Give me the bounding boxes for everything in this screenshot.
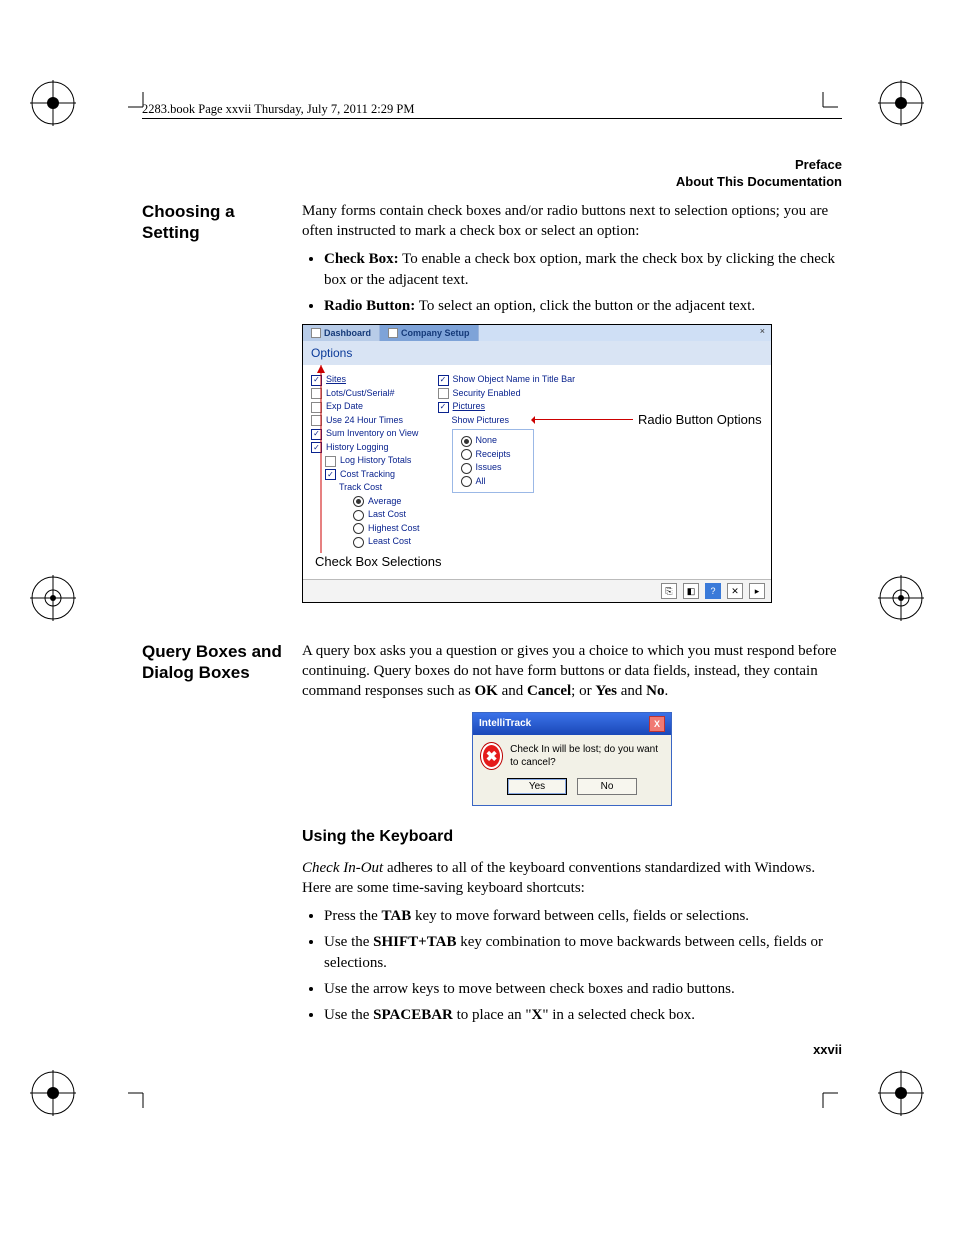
list-item: Use the SPACEBAR to place an "X" in a se… xyxy=(324,1005,842,1025)
dialog-titlebar: IntelliTrack X xyxy=(473,713,671,735)
radio-receipts[interactable]: Receipts xyxy=(461,448,525,462)
options-panel-figure: Dashboard Company Setup × Options Sites … xyxy=(302,324,772,603)
toolbar-icon[interactable]: ⎘ xyxy=(661,583,677,599)
label-show-pictures: Show Pictures xyxy=(452,414,576,428)
radio-least-cost[interactable]: Least Cost xyxy=(353,535,420,549)
dialog-title: IntelliTrack xyxy=(479,717,531,731)
toolbar-icon[interactable]: ✕ xyxy=(727,583,743,599)
corner-tick xyxy=(128,1092,144,1113)
toolbar-icons: ⎘ ◧ ? ✕ ▸ xyxy=(303,579,771,602)
tab-label: Company Setup xyxy=(401,327,470,339)
tab-company-setup[interactable]: Company Setup xyxy=(380,325,479,341)
body-text: To select an option, click the button or… xyxy=(415,298,755,314)
callout-arrow xyxy=(533,419,633,420)
preface-label: Preface xyxy=(795,157,842,172)
running-head: Preface About This Documentation xyxy=(142,157,842,191)
close-icon[interactable]: X xyxy=(649,716,665,732)
query-dialog-figure: IntelliTrack X ✖ Check In will be lost; … xyxy=(472,712,672,807)
tab-bar: Dashboard Company Setup × xyxy=(303,325,771,341)
crop-target-mr xyxy=(878,575,924,621)
show-pictures-group: None Receipts Issues All xyxy=(452,429,534,493)
error-icon: ✖ xyxy=(481,743,502,769)
callout-radio-label: Radio Button Options xyxy=(638,411,762,429)
crop-target-br xyxy=(878,1070,924,1116)
crop-target-tr xyxy=(878,80,924,126)
body-text: A query box asks you a question or gives… xyxy=(302,641,842,702)
checkbox-show-object-name[interactable]: Show Object Name in Title Bar xyxy=(438,373,576,387)
crop-target-tl xyxy=(30,80,76,126)
callout-checkbox-label: Check Box Selections xyxy=(315,553,441,571)
radio-highest-cost[interactable]: Highest Cost xyxy=(353,522,420,536)
options-heading: Options xyxy=(303,341,771,365)
term-check-box: Check Box: xyxy=(324,251,399,267)
tab-icon xyxy=(388,328,398,338)
tab-dashboard[interactable]: Dashboard xyxy=(303,325,380,341)
radio-issues[interactable]: Issues xyxy=(461,461,525,475)
no-button[interactable]: No xyxy=(577,778,637,796)
page-number: xxvii xyxy=(813,1042,842,1057)
list-item: Press the TAB key to move forward betwee… xyxy=(324,906,842,926)
tab-icon xyxy=(311,328,321,338)
book-header-line: 2283.book Page xxvii Thursday, July 7, 2… xyxy=(142,102,842,117)
list-item: Check Box: To enable a check box option,… xyxy=(324,249,842,290)
list-item: Use the SHIFT+TAB key combination to mov… xyxy=(324,932,842,973)
yes-button[interactable]: Yes xyxy=(507,778,567,796)
body-text: Many forms contain check boxes and/or ra… xyxy=(302,201,842,242)
about-label: About This Documentation xyxy=(676,174,842,189)
options-right-column: Show Object Name in Title Bar Security E… xyxy=(438,373,576,549)
toolbar-icon[interactable]: ◧ xyxy=(683,583,699,599)
subheading-using-keyboard: Using the Keyboard xyxy=(302,826,842,848)
checkbox-log-history-totals[interactable]: Log History Totals xyxy=(325,454,420,468)
list-item: Use the arrow keys to move between check… xyxy=(324,979,842,999)
checkbox-security-enabled[interactable]: Security Enabled xyxy=(438,387,576,401)
radio-all[interactable]: All xyxy=(461,475,525,489)
side-heading-choosing: Choosing a Setting xyxy=(142,201,302,623)
side-heading-query: Query Boxes and Dialog Boxes xyxy=(142,641,302,1034)
checkbox-pictures[interactable]: Pictures xyxy=(438,400,576,414)
bullet-list: Check Box: To enable a check box option,… xyxy=(302,249,842,316)
toolbar-icon[interactable]: ▸ xyxy=(749,583,765,599)
body-text: To enable a check box option, mark the c… xyxy=(324,251,835,287)
radio-average[interactable]: Average xyxy=(353,495,420,509)
corner-tick xyxy=(822,1092,838,1113)
toolbar-icon[interactable]: ? xyxy=(705,583,721,599)
bullet-list: Press the TAB key to move forward betwee… xyxy=(302,906,842,1025)
crop-target-ml xyxy=(30,575,76,621)
close-icon[interactable]: × xyxy=(754,325,771,341)
term-radio-button: Radio Button: xyxy=(324,298,415,314)
dialog-message: Check In will be lost; do you want to ca… xyxy=(510,743,663,770)
crop-target-bl xyxy=(30,1070,76,1116)
radio-none[interactable]: None xyxy=(461,434,525,448)
checkbox-cost-tracking[interactable]: Cost Tracking xyxy=(325,468,420,482)
radio-last-cost[interactable]: Last Cost xyxy=(353,508,420,522)
tab-label: Dashboard xyxy=(324,327,371,339)
callout-arrow xyxy=(309,365,339,560)
label-track-cost: Track Cost xyxy=(339,481,420,495)
list-item: Radio Button: To select an option, click… xyxy=(324,296,842,316)
body-text: Check In-Out adheres to all of the keybo… xyxy=(302,858,842,899)
